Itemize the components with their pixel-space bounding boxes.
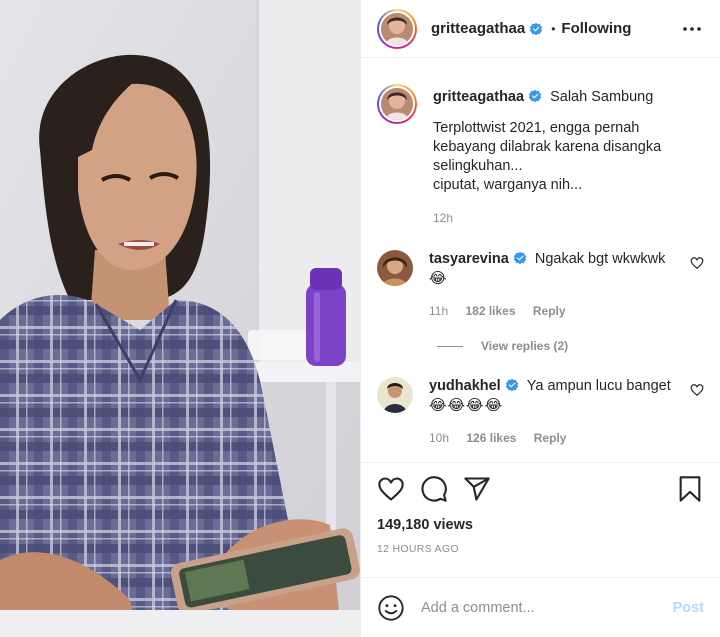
share-icon[interactable] [463, 475, 491, 503]
caption-author-avatar[interactable] [377, 84, 417, 124]
post-details-panel: gritteagathaa • Following gritteagathaa … [360, 0, 720, 637]
action-bar [361, 463, 720, 515]
verified-badge-icon [529, 22, 543, 35]
avatar-photo [381, 88, 413, 120]
caption-title: Salah Sambung [550, 89, 654, 105]
avatar-photo [377, 250, 413, 286]
comment-time[interactable]: 11h [429, 304, 448, 318]
comment-likes[interactable]: 182 likes [465, 304, 515, 318]
comment-likes[interactable]: 126 likes [466, 431, 516, 445]
verified-badge-icon [513, 251, 527, 265]
instagram-post: gritteagathaa • Following gritteagathaa … [0, 0, 720, 637]
commenter-username[interactable]: yudhakhel [429, 378, 501, 394]
verified-badge-icon [528, 89, 542, 103]
commenter-username[interactable]: tasyarevina [429, 251, 509, 267]
bookmark-icon[interactable] [676, 475, 704, 503]
more-options-icon[interactable] [680, 17, 704, 41]
caption: gritteagathaa Salah Sambung Terplottwist… [377, 84, 704, 228]
comments-section[interactable]: gritteagathaa Salah Sambung Terplottwist… [361, 58, 720, 463]
video-player[interactable] [0, 0, 360, 637]
comment-icon[interactable] [420, 475, 448, 503]
comment-composer: Post [361, 577, 720, 637]
caption-time[interactable]: 12h [433, 211, 453, 225]
caption-username[interactable]: gritteagathaa [433, 89, 524, 105]
caption-text: Terplottwist 2021, engga pernah kebayang… [433, 120, 662, 193]
divider-line [437, 345, 463, 347]
comment-text: Ngakak bgt wkwkwk [534, 251, 666, 267]
comment: tasyarevina Ngakak bgt wkwkwk 😂 11h 182 … [377, 250, 704, 321]
author-username[interactable]: gritteagathaa [431, 20, 525, 37]
post-button[interactable]: Post [673, 600, 704, 616]
comment-like-icon[interactable] [690, 256, 704, 270]
reply-button[interactable]: Reply [534, 431, 567, 445]
comment: yudhakhel Ya ampun lucu banget 😂😂😂😂 10h … [377, 377, 704, 448]
post-header: gritteagathaa • Following [361, 0, 720, 58]
heart-icon[interactable] [377, 475, 405, 503]
view-replies-button[interactable]: View replies (2) [437, 339, 704, 353]
comment-emoji: 😂 [429, 270, 448, 287]
emoji-icon[interactable] [377, 594, 405, 622]
avatar-photo [377, 377, 413, 413]
following-button[interactable]: Following [561, 20, 631, 37]
commenter-avatar[interactable] [377, 250, 413, 286]
reply-button[interactable]: Reply [533, 304, 566, 318]
comment-emoji: 😂😂😂😂 [429, 397, 504, 414]
comment-time[interactable]: 10h [429, 431, 449, 445]
view-count[interactable]: 149,180 views [361, 517, 720, 533]
video-frame [0, 0, 360, 637]
author-avatar[interactable] [377, 8, 417, 49]
comment-input[interactable] [421, 599, 673, 616]
avatar-photo [381, 12, 413, 45]
view-replies-label: View replies (2) [481, 339, 569, 353]
header-separator: • [551, 21, 556, 36]
verified-badge-icon [505, 378, 519, 392]
comment-like-icon[interactable] [690, 383, 704, 397]
post-timestamp[interactable]: 12 HOURS AGO [361, 543, 720, 555]
commenter-avatar[interactable] [377, 377, 413, 413]
comment-text: Ya ampun lucu banget [526, 378, 671, 394]
